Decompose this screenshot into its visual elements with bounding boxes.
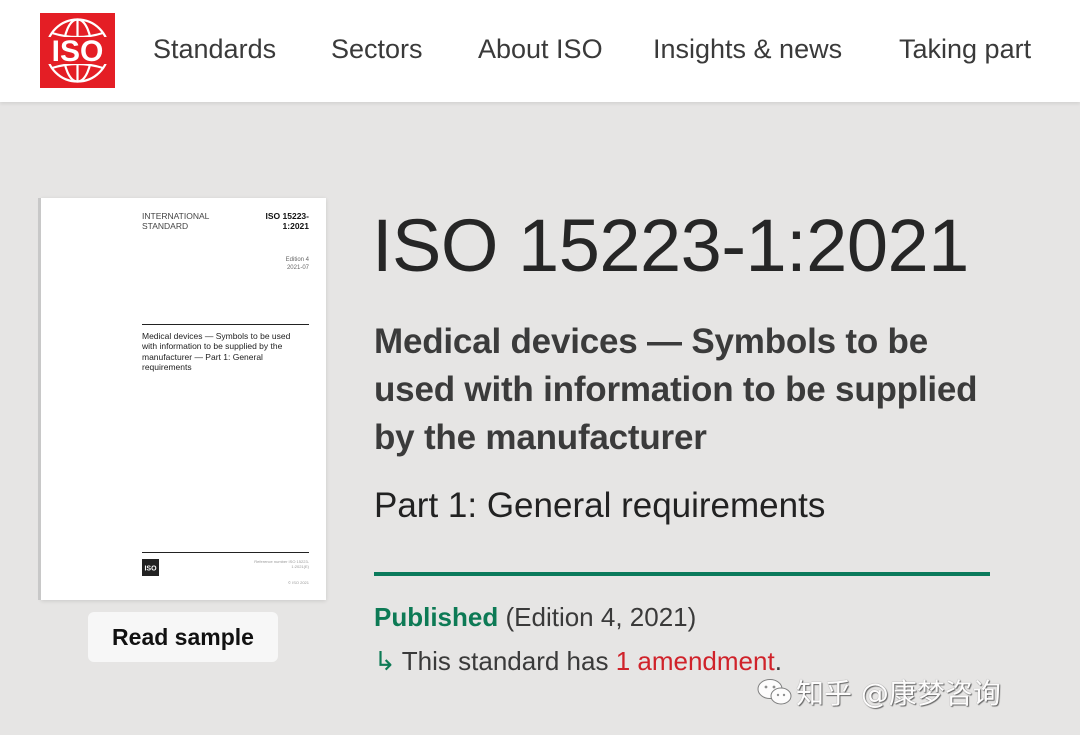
cover-top-rule <box>142 324 309 325</box>
section-divider <box>374 572 990 576</box>
standard-subtitle: Medical devices — Symbols to be used wit… <box>374 322 978 457</box>
cover-line1: INTERNATIONAL <box>142 211 210 221</box>
cover-number-line1: ISO 15223- <box>265 211 309 221</box>
status-published-badge: Published <box>374 602 499 632</box>
cover-bottom-rule <box>142 552 309 553</box>
nav-sectors[interactable]: Sectors <box>331 34 423 65</box>
cover-copyright: © ISO 2021 <box>288 580 309 585</box>
cover-line2: STANDARD <box>142 221 189 231</box>
iso-logo[interactable]: ISO <box>40 13 115 88</box>
standard-number-title: ISO 15223-1:2021 <box>372 204 969 287</box>
iso-globe-icon: ISO <box>43 18 112 83</box>
nav-taking-part[interactable]: Taking part <box>899 34 1031 65</box>
read-sample-button[interactable]: Read sample <box>88 612 278 662</box>
nav-standards[interactable]: Standards <box>153 34 276 65</box>
nav-insights-news[interactable]: Insights & news <box>653 34 842 65</box>
nav-about-iso[interactable]: About ISO <box>478 34 603 65</box>
standard-part-title: Part 1: General requirements <box>374 486 826 525</box>
return-arrow-icon: ↳ <box>374 646 396 676</box>
cover-number: ISO 15223- 1:2021 <box>266 211 309 231</box>
amendment-prefix: This standard has <box>401 646 609 676</box>
top-navigation-bar: ISO Standards Sectors About ISO Insights… <box>0 0 1080 102</box>
watermark-text: 知乎 @康梦咨询 <box>796 677 1001 710</box>
cover-edition-line1: Edition 4 <box>285 257 309 263</box>
cover-edition-line2: 2021-07 <box>286 265 309 271</box>
cover-logo-text: ISO <box>144 566 157 573</box>
amendment-link[interactable]: 1 amendment <box>616 646 775 676</box>
standard-cover-thumbnail[interactable]: INTERNATIONAL STANDARD ISO 15223- 1:2021… <box>41 198 326 600</box>
logo-text: ISO <box>52 35 104 68</box>
amendment-note: ↳ This standard has 1 amendment. <box>374 646 782 677</box>
cover-doc-type: INTERNATIONAL STANDARD <box>142 211 209 231</box>
zhihu-watermark: 知乎 @康梦咨询 <box>756 672 1001 714</box>
cover-iso-logo: ISO <box>142 559 159 576</box>
publication-status: Published (Edition 4, 2021) <box>374 602 696 633</box>
cover-edition: Edition 4 2021-07 <box>286 256 309 272</box>
cover-number-line2: 1:2021 <box>282 221 309 231</box>
edition-info: (Edition 4, 2021) <box>505 602 697 632</box>
cover-reference-number: Reference number ISO 15223-1:2021(E) <box>254 559 309 569</box>
cover-title: Medical devices — Symbols to be used wit… <box>142 331 291 372</box>
wechat-icon <box>756 677 796 714</box>
